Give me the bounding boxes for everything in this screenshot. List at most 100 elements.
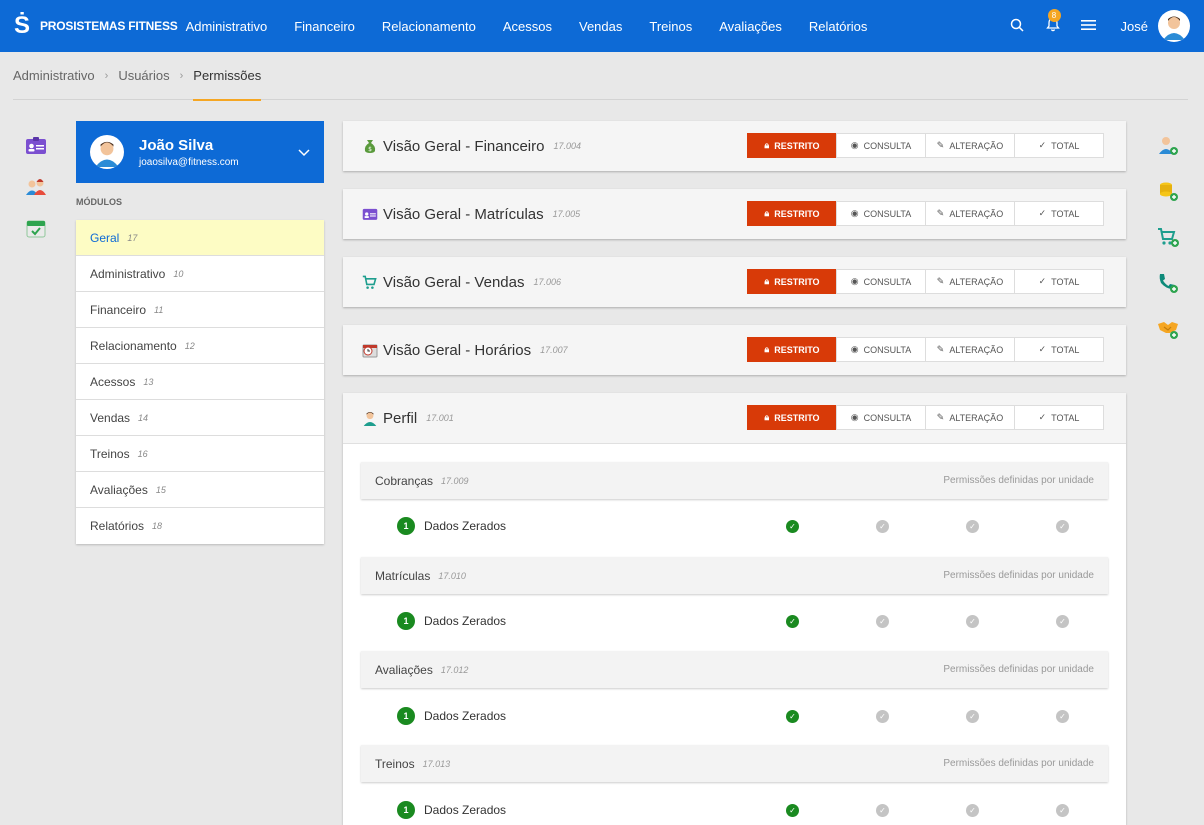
nav-acessos[interactable]: Acessos	[503, 19, 552, 34]
notification-badge: 8	[1047, 9, 1061, 22]
brand-name[interactable]: PROSISTEMAS FITNESS	[40, 19, 178, 33]
module-item-acessos[interactable]: Acessos 13	[76, 364, 324, 400]
add-coins-icon[interactable]	[1156, 179, 1180, 203]
user-email: joaosilva@fitness.com	[139, 156, 239, 168]
alteracao-button[interactable]: ✎ ALTERAÇÃO	[925, 201, 1015, 226]
module-item-avaliacoes[interactable]: Avaliações 15	[76, 472, 324, 508]
button-label: TOTAL	[1051, 276, 1080, 287]
restrito-button[interactable]: 🔒︎ RESTRITO	[747, 405, 837, 430]
add-handshake-icon[interactable]	[1156, 317, 1180, 341]
nav-treinos[interactable]: Treinos	[649, 19, 692, 34]
alteracao-button[interactable]: ✎ ALTERAÇÃO	[925, 405, 1015, 430]
consulta-check-icon[interactable]: ✓	[876, 709, 889, 723]
restrito-check-icon[interactable]: ✓	[786, 519, 799, 533]
lock-icon: 🔒︎	[764, 276, 770, 286]
add-call-icon[interactable]	[1156, 271, 1180, 295]
alteracao-check-icon[interactable]: ✓	[966, 614, 979, 628]
breadcrumb-usuarios[interactable]: Usuários	[118, 68, 169, 83]
button-label: ALTERAÇÃO	[949, 208, 1004, 219]
row-label: Dados Zerados	[424, 519, 507, 533]
subgroup-note: Permissões definidas por unidade	[943, 475, 1094, 486]
logo-icon[interactable]: Ṡ	[8, 12, 36, 40]
eye-icon: ◉	[850, 344, 859, 354]
left-rail	[24, 134, 48, 257]
permission-code: 17.005	[552, 209, 581, 219]
module-item-relacionamento[interactable]: Relacionamento 12	[76, 328, 324, 364]
module-count: 10	[173, 268, 184, 279]
total-check-icon[interactable]: ✓	[1056, 519, 1069, 533]
user-icon	[361, 409, 379, 427]
consulta-button[interactable]: ◉ CONSULTA	[836, 405, 926, 430]
nav-financeiro[interactable]: Financeiro	[294, 19, 355, 34]
module-item-relatorios[interactable]: Relatórios 18	[76, 508, 324, 544]
people-icon[interactable]	[24, 175, 48, 199]
breadcrumb-permissoes: Permissões	[193, 52, 261, 101]
module-item-administrativo[interactable]: Administrativo 10	[76, 256, 324, 292]
nav-avaliacoes[interactable]: Avaliações	[719, 19, 782, 34]
calendar-check-icon[interactable]	[24, 216, 48, 240]
restrito-button[interactable]: 🔒︎ RESTRITO	[747, 269, 837, 294]
total-check-icon[interactable]: ✓	[1056, 709, 1069, 723]
restrito-button[interactable]: 🔒︎ RESTRITO	[747, 337, 837, 362]
consulta-button[interactable]: ◉ CONSULTA	[836, 133, 926, 158]
module-item-geral[interactable]: Geral 17	[76, 220, 324, 256]
chevron-down-icon[interactable]	[298, 145, 310, 160]
consulta-check-icon[interactable]: ✓	[876, 614, 889, 628]
total-button[interactable]: ✓ TOTAL	[1014, 337, 1104, 362]
chevron-right-icon: ›	[179, 69, 184, 82]
subgroup-matriculas[interactable]: Matrículas 17.010 Permissões definidas p…	[361, 557, 1108, 594]
module-item-treinos[interactable]: Treinos 16	[76, 436, 324, 472]
consulta-button[interactable]: ◉ CONSULTA	[836, 269, 926, 294]
alteracao-check-icon[interactable]: ✓	[966, 803, 979, 817]
subgroup-code: 17.012	[440, 664, 469, 675]
alteracao-check-icon[interactable]: ✓	[966, 519, 979, 533]
alteracao-button[interactable]: ✎ ALTERAÇÃO	[925, 337, 1015, 362]
total-button[interactable]: ✓ TOTAL	[1014, 269, 1104, 294]
current-user-name[interactable]: José	[1121, 19, 1148, 34]
consulta-check-icon[interactable]: ✓	[876, 803, 889, 817]
subgroup-treinos[interactable]: Treinos 17.013 Permissões definidas por …	[361, 745, 1108, 782]
cart-icon	[361, 273, 379, 291]
total-button[interactable]: ✓ TOTAL	[1014, 133, 1104, 158]
total-check-icon[interactable]: ✓	[1056, 803, 1069, 817]
add-cart-icon[interactable]	[1156, 225, 1180, 249]
permission-title: Perfil	[383, 409, 418, 427]
button-label: TOTAL	[1051, 412, 1080, 423]
breadcrumb-administrativo[interactable]: Administrativo	[13, 68, 95, 83]
permission-code: 17.006	[533, 277, 562, 287]
module-item-vendas[interactable]: Vendas 14	[76, 400, 324, 436]
subgroup-avaliacoes[interactable]: Avaliações 17.012 Permissões definidas p…	[361, 651, 1108, 688]
consulta-button[interactable]: ◉ CONSULTA	[836, 201, 926, 226]
nav-administrativo[interactable]: Administrativo	[186, 19, 268, 34]
module-label: Acessos	[90, 374, 136, 389]
add-user-icon[interactable]	[1156, 133, 1180, 157]
menu-icon[interactable]	[1071, 19, 1107, 34]
subgroup-cobrancas[interactable]: Cobranças 17.009 Permissões definidas po…	[361, 462, 1108, 499]
consulta-button[interactable]: ◉ CONSULTA	[836, 337, 926, 362]
nav-relatorios[interactable]: Relatórios	[809, 19, 868, 34]
total-button[interactable]: ✓ TOTAL	[1014, 201, 1104, 226]
nav-relacionamento[interactable]: Relacionamento	[382, 19, 476, 34]
module-list: Geral 17 Administrativo 10 Financeiro 11 Re…	[76, 220, 324, 544]
restrito-check-icon[interactable]: ✓	[786, 803, 799, 817]
restrito-check-icon[interactable]: ✓	[786, 614, 799, 628]
alteracao-button[interactable]: ✎ ALTERAÇÃO	[925, 133, 1015, 158]
search-icon[interactable]	[999, 18, 1035, 35]
permission-code: 17.001	[426, 413, 454, 423]
restrito-button[interactable]: 🔒︎ RESTRITO	[747, 133, 837, 158]
restrito-button[interactable]: 🔒︎ RESTRITO	[747, 201, 837, 226]
module-item-financeiro[interactable]: Financeiro 11	[76, 292, 324, 328]
restrito-check-icon[interactable]: ✓	[786, 709, 799, 723]
bell-icon[interactable]: 8	[1035, 9, 1071, 35]
count-badge: 1	[397, 707, 415, 725]
total-check-icon[interactable]: ✓	[1056, 614, 1069, 628]
selected-user-card[interactable]: João Silva joaosilva@fitness.com	[76, 121, 324, 183]
consulta-check-icon[interactable]: ✓	[876, 519, 889, 533]
alteracao-check-icon[interactable]: ✓	[966, 709, 979, 723]
nav-vendas[interactable]: Vendas	[579, 19, 622, 34]
alteracao-button[interactable]: ✎ ALTERAÇÃO	[925, 269, 1015, 294]
button-label: RESTRITO	[774, 412, 820, 423]
id-card-icon[interactable]	[24, 134, 48, 158]
avatar[interactable]	[1158, 10, 1190, 42]
total-button[interactable]: ✓ TOTAL	[1014, 405, 1104, 430]
